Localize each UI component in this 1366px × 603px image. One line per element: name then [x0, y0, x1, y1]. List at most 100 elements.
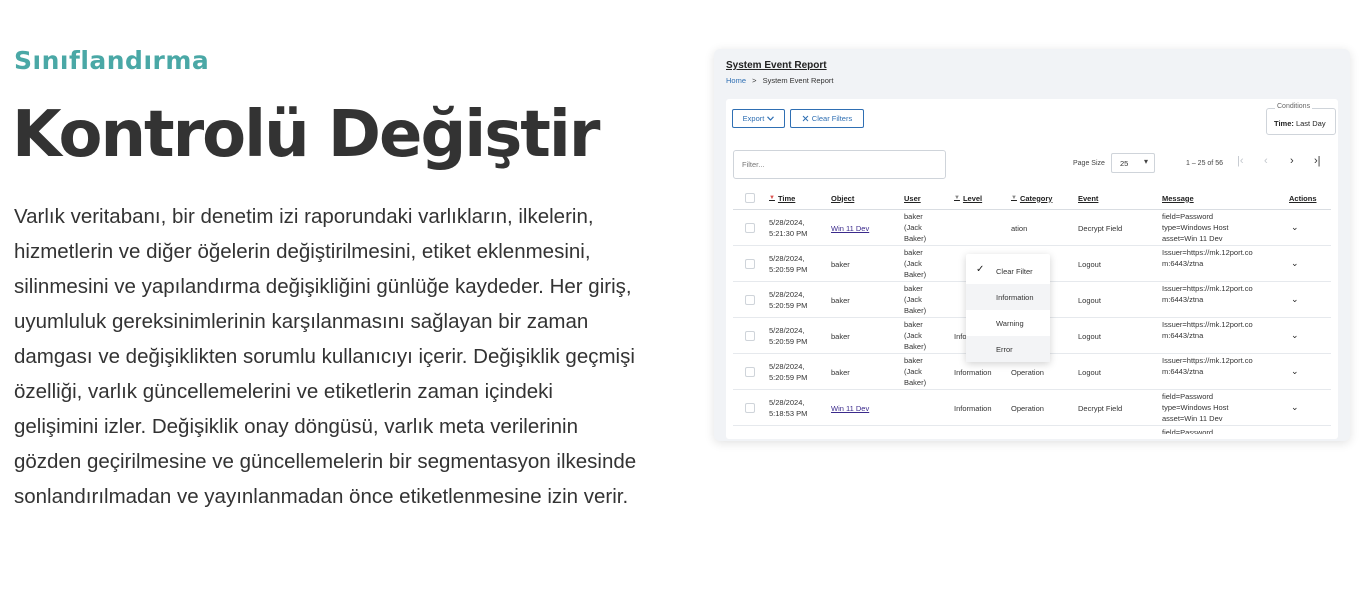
chevron-down-icon[interactable]: ⌄	[1291, 258, 1299, 269]
cell-message: Issuer=https://mk.12port.co	[1162, 248, 1253, 257]
page-size-value: 25	[1120, 159, 1129, 168]
row-checkbox[interactable]	[745, 403, 755, 413]
table-row[interactable]: 5/28/2024, 5:21:30 PM Win 11 Dev baker (Jack…	[733, 210, 1331, 246]
row-checkbox[interactable]	[745, 295, 755, 305]
cell-time: 5/28/2024,	[769, 326, 805, 335]
first-page-icon[interactable]: |‹	[1237, 155, 1244, 167]
chevron-down-icon[interactable]: ⌄	[1291, 366, 1299, 377]
cell-event: Decrypt Field	[1078, 224, 1123, 233]
row-checkbox[interactable]	[745, 223, 755, 233]
cell-user: (Jack	[904, 223, 922, 232]
filter-input[interactable]: Filter...	[733, 150, 946, 179]
cell-user: Baker)	[904, 378, 927, 387]
previous-page-icon[interactable]: ‹	[1264, 155, 1268, 167]
cell-object: baker	[831, 296, 850, 305]
chevron-down-icon[interactable]: ⌄	[1291, 294, 1299, 305]
report-panel: Export Clear Filters Conditions Time: La…	[726, 99, 1338, 439]
cell-category: ation	[1011, 224, 1028, 233]
cell-object[interactable]: Win 11 Dev	[831, 403, 869, 414]
report-screenshot: System Event Report Home > System Event …	[714, 49, 1350, 441]
cell-object: baker	[831, 368, 850, 377]
breadcrumb: Home > System Event Report	[726, 76, 833, 85]
row-checkbox[interactable]	[745, 259, 755, 269]
level-filter-option-error[interactable]: Error	[966, 336, 1050, 362]
row-checkbox[interactable]	[745, 331, 755, 341]
cell-time: 5:20:59 PM	[769, 373, 808, 382]
column-user[interactable]: User	[904, 187, 921, 209]
cell-message: m:6443/ztna	[1162, 295, 1204, 304]
cell-user: (Jack	[904, 367, 922, 376]
cell-message: asset=Win 11 Dev	[1162, 414, 1223, 423]
breadcrumb-current: System Event Report	[762, 76, 834, 85]
cell-object[interactable]: Win 11 Dev	[831, 223, 869, 234]
export-button[interactable]: Export	[732, 109, 785, 128]
conditions-label: Conditions	[1275, 103, 1313, 110]
cell-category: Operation	[1011, 368, 1044, 377]
cell-message: m:6443/ztna	[1162, 331, 1204, 340]
export-label: Export	[742, 114, 765, 123]
column-category[interactable]: ▼ Category	[1011, 187, 1052, 209]
conditions-box[interactable]: Conditions Time: Last Day	[1266, 103, 1336, 135]
level-filter-option-warning[interactable]: Warning	[966, 310, 1050, 336]
cell-level: Information	[954, 404, 992, 413]
partial-row-message: field=Password	[1162, 428, 1214, 434]
cell-message: field=Password	[1162, 392, 1214, 401]
cell-user: Baker)	[904, 234, 927, 243]
chevron-down-icon[interactable]: ⌄	[1291, 222, 1299, 233]
checkmark-icon: ✓	[976, 264, 985, 275]
cell-time: 5/28/2024,	[769, 398, 805, 407]
level-filter-menu: ✓ Clear Filter Information Warning Error	[966, 254, 1050, 362]
page-range: 1 – 25 of 56	[1186, 160, 1223, 167]
table-row[interactable]: 5/28/2024, 5:18:53 PM Win 11 Dev Informatio…	[733, 390, 1331, 426]
select-all-checkbox[interactable]	[745, 193, 755, 203]
cell-user: baker	[904, 212, 923, 221]
cell-message: Issuer=https://mk.12port.co	[1162, 356, 1253, 365]
cell-message: type=Windows Host	[1162, 223, 1229, 232]
next-page-icon[interactable]: ›	[1290, 155, 1294, 167]
chevron-down-icon[interactable]: ⌄	[1291, 402, 1299, 413]
report-title: System Event Report	[726, 60, 827, 71]
breadcrumb-separator: >	[752, 76, 757, 85]
cell-time: 5/28/2024,	[769, 218, 805, 227]
cell-object: baker	[831, 332, 850, 341]
column-event[interactable]: Event	[1078, 187, 1098, 209]
cell-object: baker	[831, 260, 850, 269]
cell-message: field=Password	[1162, 212, 1214, 221]
clear-filters-button[interactable]: Clear Filters	[790, 109, 864, 128]
breadcrumb-home-link[interactable]: Home	[726, 76, 746, 85]
column-level[interactable]: ▼ Level	[954, 187, 982, 209]
cell-event: Decrypt Field	[1078, 404, 1123, 413]
column-time[interactable]: ▼ Time	[769, 187, 795, 209]
page-title: Kontrolü Değiştir	[12, 98, 600, 172]
cell-user: (Jack	[904, 331, 922, 340]
section-eyebrow: Sınıflandırma	[14, 46, 210, 75]
column-actions[interactable]: Actions	[1289, 187, 1317, 209]
column-object[interactable]: Object	[831, 187, 854, 209]
cell-category: Operation	[1011, 404, 1044, 413]
cell-user: baker	[904, 248, 923, 257]
level-filter-option-clear[interactable]: ✓ Clear Filter	[966, 258, 1050, 284]
cell-time: 5:20:59 PM	[769, 301, 808, 310]
cell-message: Issuer=https://mk.12port.co	[1162, 320, 1253, 329]
cell-user: (Jack	[904, 259, 922, 268]
cell-message: m:6443/ztna	[1162, 259, 1204, 268]
cell-message: Issuer=https://mk.12port.co	[1162, 284, 1253, 293]
description-paragraph: Varlık veritabanı, bir denetim izi rapor…	[14, 205, 637, 508]
cell-time: 5/28/2024,	[769, 362, 805, 371]
chevron-down-icon[interactable]: ⌄	[1291, 330, 1299, 341]
cell-message: type=Windows Host	[1162, 403, 1229, 412]
cell-user: baker	[904, 356, 923, 365]
page-size-select[interactable]: 25 ▾	[1111, 153, 1155, 173]
caret-down-icon: ▾	[1143, 157, 1148, 166]
cell-time: 5:21:30 PM	[769, 229, 808, 238]
row-checkbox[interactable]	[745, 367, 755, 377]
cell-level: Information	[954, 368, 992, 377]
cell-user: baker	[904, 284, 923, 293]
cell-message: asset=Win 11 Dev	[1162, 234, 1223, 243]
level-filter-option-information[interactable]: Information	[966, 284, 1050, 310]
cell-time: 5:18:53 PM	[769, 409, 808, 418]
cell-time: 5/28/2024,	[769, 290, 805, 299]
last-page-icon[interactable]: ›|	[1314, 155, 1321, 167]
cell-user: Baker)	[904, 306, 927, 315]
column-message[interactable]: Message	[1162, 187, 1194, 209]
